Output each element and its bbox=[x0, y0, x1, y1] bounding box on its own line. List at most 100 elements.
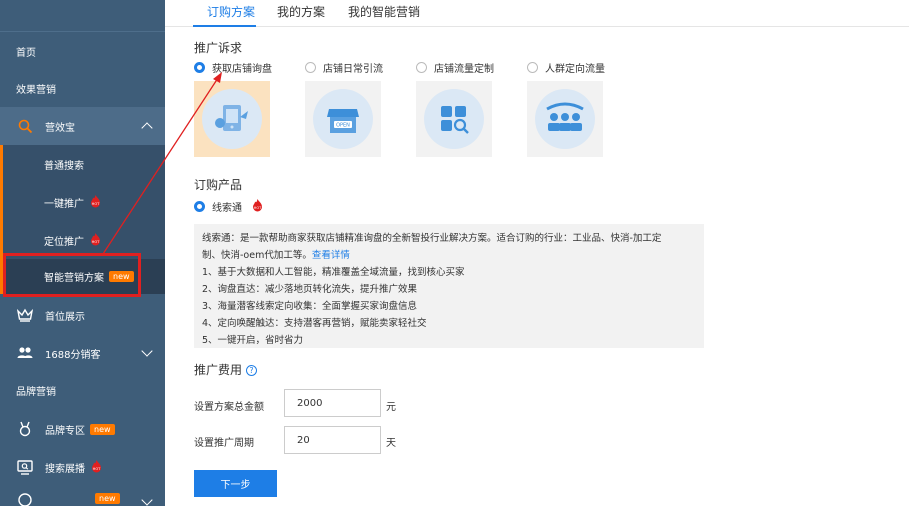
hot-badge-icon: HOT bbox=[88, 194, 103, 209]
period-unit: 天 bbox=[386, 438, 396, 449]
tab-order-plan[interactable]: 订购方案 bbox=[207, 3, 255, 20]
open-shop-icon: OPEN bbox=[313, 89, 373, 149]
svg-text:HOT: HOT bbox=[92, 240, 101, 244]
fee-title-text: 推广费用 bbox=[194, 363, 243, 377]
sidebar-section-label: 品牌营销 bbox=[16, 387, 56, 398]
sidebar-item-label: 智能营销方案 bbox=[44, 273, 104, 284]
tab-bar: 订购方案 我的方案 我的智能营销 bbox=[165, 0, 909, 27]
sidebar-item-home[interactable]: 首页 bbox=[0, 33, 165, 70]
promo-goal-option-1[interactable]: 获取店铺询盘 bbox=[194, 60, 272, 75]
description-point: 4、定向唤醒触达：支持潜客再营销，赋能卖家轻社交 bbox=[202, 318, 427, 329]
sidebar-top bbox=[0, 0, 165, 32]
radio-unselected[interactable] bbox=[527, 62, 538, 73]
card-shop-traffic-custom[interactable] bbox=[416, 81, 492, 157]
amount-input[interactable]: 2000 bbox=[284, 389, 381, 417]
svg-text:HOT: HOT bbox=[92, 202, 101, 206]
sidebar-item-label: 1688分销客 bbox=[45, 349, 101, 361]
sidebar-section-brand-marketing: 品牌营销 bbox=[0, 372, 165, 409]
sidebar-section-label: 效果营销 bbox=[16, 85, 56, 96]
period-label: 设置推广周期 bbox=[194, 438, 254, 449]
card-shop-daily-traffic[interactable]: OPEN bbox=[305, 81, 381, 157]
sidebar-item-label: 搜索展播 bbox=[45, 463, 85, 475]
fee-title: 推广费用? bbox=[194, 361, 258, 378]
crowd-icon bbox=[535, 89, 595, 149]
sidebar-item-label: 首页 bbox=[16, 48, 36, 59]
promo-goal-title: 推广诉求 bbox=[194, 41, 243, 55]
svg-text:HOT: HOT bbox=[254, 206, 263, 210]
promo-goal-option-3[interactable]: 店铺流量定制 bbox=[416, 60, 494, 75]
description-point: 5、一键开启，省时省力 bbox=[202, 335, 304, 346]
option-label: 线索通 bbox=[212, 203, 242, 214]
amount-unit: 元 bbox=[386, 402, 396, 413]
shop-inquiry-icon bbox=[202, 89, 262, 149]
view-details-link[interactable]: 查看详情 bbox=[312, 250, 350, 261]
description-point: 3、海量潜客线索定向收集：全面掌握买家询盘信息 bbox=[202, 301, 418, 312]
promo-goal-option-4[interactable]: 人群定向流量 bbox=[527, 60, 605, 75]
radio-selected[interactable] bbox=[194, 62, 205, 73]
sidebar-item-label: 一键推广 bbox=[44, 198, 84, 210]
amount-label: 设置方案总金额 bbox=[194, 402, 264, 413]
sidebar-section-effect-marketing: 效果营销 bbox=[0, 70, 165, 107]
hot-badge-icon: HOT bbox=[89, 459, 104, 474]
sidebar-item-label: 普通搜索 bbox=[44, 160, 84, 172]
chevron-down-icon[interactable] bbox=[141, 494, 153, 506]
hot-badge-icon: HOT bbox=[88, 232, 103, 247]
sidebar-item-1688-distribution[interactable]: 1688分销客 bbox=[0, 334, 165, 372]
crown-icon bbox=[17, 307, 33, 323]
medal-icon bbox=[17, 421, 33, 437]
chevron-up-icon[interactable] bbox=[141, 122, 153, 134]
svg-text:HOT: HOT bbox=[93, 467, 102, 471]
sidebar-item-label: 定位推广 bbox=[44, 236, 84, 248]
sidebar-item-location-promo[interactable]: 定位推广 HOT bbox=[0, 221, 165, 259]
svg-text:OPEN: OPEN bbox=[336, 123, 350, 129]
main-content: 订购方案 我的方案 我的智能营销 推广诉求 获取店铺询盘 店铺日常引流 店铺流量… bbox=[165, 0, 909, 506]
tab-my-smart-marketing[interactable]: 我的智能营销 bbox=[348, 3, 420, 20]
screen-search-icon bbox=[17, 459, 33, 475]
sidebar-item-label: 品牌专区 bbox=[45, 425, 85, 437]
sidebar-item-one-click-promo[interactable]: 一键推广 HOT bbox=[0, 183, 165, 221]
radio-selected[interactable] bbox=[194, 201, 205, 212]
description-point: 2、询盘直达：减少落地页转化流失，提升推广效果 bbox=[202, 284, 418, 295]
option-label: 人群定向流量 bbox=[545, 64, 605, 75]
users-icon bbox=[17, 345, 33, 361]
next-step-button[interactable]: 下一步 bbox=[194, 470, 277, 497]
help-icon[interactable]: ? bbox=[246, 365, 258, 376]
option-label: 获取店铺询盘 bbox=[212, 64, 272, 75]
period-input[interactable]: 20 bbox=[284, 426, 381, 454]
chevron-down-icon[interactable] bbox=[141, 345, 153, 357]
radio-unselected[interactable] bbox=[416, 62, 427, 73]
sidebar-item-top-display[interactable]: 首位展示 bbox=[0, 296, 165, 334]
radio-unselected[interactable] bbox=[305, 62, 316, 73]
description-line: 线索通：是一款帮助商家获取店铺精准询盘的全新智投行业解决方案。适合订购的行业：工… bbox=[202, 233, 662, 244]
product-description: 线索通：是一款帮助商家获取店铺精准询盘的全新智投行业解决方案。适合订购的行业：工… bbox=[194, 224, 704, 348]
product-option[interactable]: 线索通 HOT bbox=[194, 199, 265, 214]
description-line: 制、快消-oem代加工等。查看详情 bbox=[202, 247, 696, 264]
sidebar-item-normal-search[interactable]: 普通搜索 bbox=[0, 145, 165, 183]
active-tab-underline bbox=[193, 25, 256, 27]
sidebar-item-smart-marketing-plan[interactable]: 智能营销方案 new bbox=[0, 259, 165, 294]
promo-goal-option-2[interactable]: 店铺日常引流 bbox=[305, 60, 383, 75]
sidebar-item-search-showcase[interactable]: 搜索展播 HOT bbox=[0, 448, 165, 486]
sidebar-item-label: 首位展示 bbox=[45, 311, 85, 323]
new-badge: new bbox=[90, 423, 115, 435]
new-badge: new bbox=[109, 271, 134, 282]
option-label: 店铺流量定制 bbox=[434, 64, 494, 75]
hot-badge-icon: HOT bbox=[250, 198, 265, 213]
active-group-indicator bbox=[0, 145, 3, 294]
sidebar-item-partial[interactable]: new bbox=[0, 490, 165, 506]
product-title: 订购产品 bbox=[194, 178, 243, 192]
sidebar-item-yingxiaobao[interactable]: 营效宝 bbox=[0, 107, 165, 145]
sidebar-item-brand-zone[interactable]: 品牌专区 new bbox=[0, 410, 165, 448]
description-point: 1、基于大数据和人工智能，精准覆盖全域流量，找到核心买家 bbox=[202, 267, 465, 278]
grid-search-icon bbox=[424, 89, 484, 149]
new-badge: new bbox=[95, 492, 120, 504]
partial-icon bbox=[17, 490, 33, 506]
card-crowd-targeted-traffic[interactable] bbox=[527, 81, 603, 157]
description-text: 制、快消-oem代加工等。 bbox=[202, 250, 312, 261]
tab-my-plans[interactable]: 我的方案 bbox=[277, 3, 325, 20]
search-icon bbox=[17, 118, 33, 134]
option-label: 店铺日常引流 bbox=[323, 64, 383, 75]
card-shop-inquiry[interactable] bbox=[194, 81, 270, 157]
sidebar-item-label: 营效宝 bbox=[45, 122, 75, 134]
sidebar: 首页 效果营销 营效宝 普通搜索 一键推广 HOT 定位推广 HOT 智能营销方… bbox=[0, 0, 165, 506]
